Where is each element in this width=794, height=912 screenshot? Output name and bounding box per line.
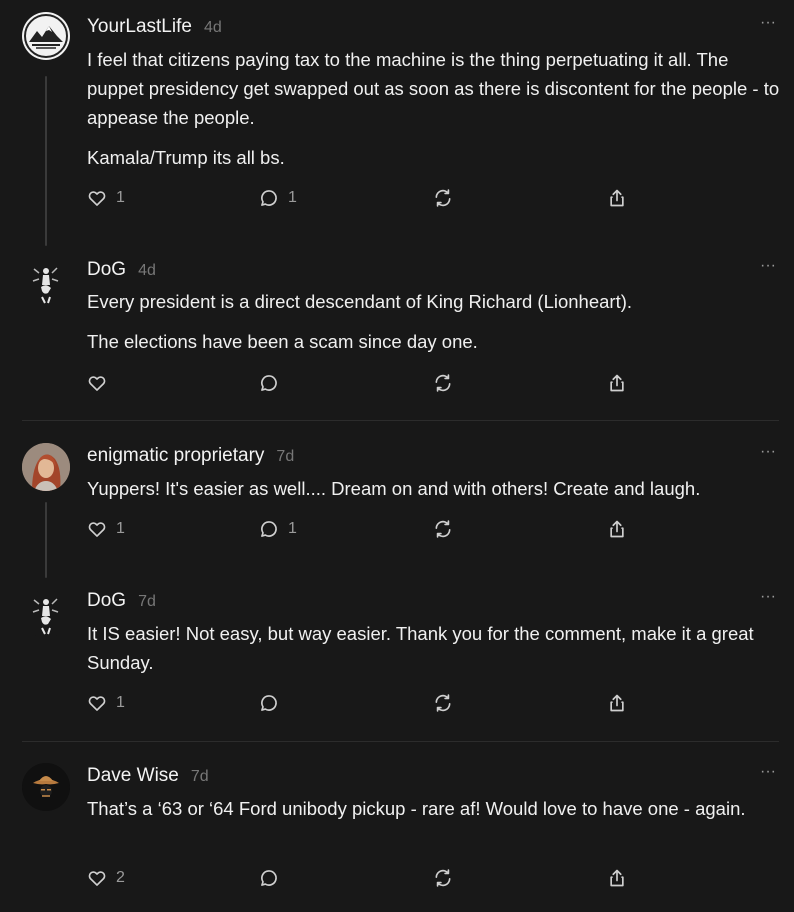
avatar[interactable] (22, 12, 70, 60)
timestamp[interactable]: 4d (204, 19, 222, 37)
comment-header: Dave Wise 7d (87, 765, 209, 791)
reply-button[interactable] (259, 866, 288, 890)
share-icon (610, 189, 624, 207)
reply-button[interactable]: 1 (259, 186, 297, 210)
action-bar: 2 (87, 866, 647, 890)
restack-button[interactable] (433, 186, 453, 210)
reply-button[interactable] (259, 371, 288, 395)
avatar[interactable] (22, 259, 70, 307)
share-icon (610, 374, 624, 392)
comment-body: I feel that citizens paying tax to the m… (87, 45, 787, 183)
comment-body: That’s a ‘63 or ‘64 Ford unibody pickup … (87, 794, 787, 834)
share-button[interactable] (607, 517, 627, 541)
restack-icon (435, 374, 451, 392)
comment-bubble-icon (261, 375, 277, 391)
author-name[interactable]: enigmatic proprietary (87, 445, 264, 467)
comment-body: It IS easier! Not easy, but way easier. … (87, 619, 787, 688)
like-button[interactable]: 1 (87, 186, 125, 210)
share-icon (610, 694, 624, 712)
heart-icon (88, 871, 106, 886)
comment-text: Every president is a direct descendant o… (87, 291, 633, 312)
mountain-logo-icon (24, 14, 68, 58)
more-options-icon[interactable]: ··· (760, 764, 776, 780)
timestamp[interactable]: 7d (191, 768, 209, 786)
author-name[interactable]: DoG (87, 590, 126, 612)
action-bar: 1 1 (87, 517, 647, 541)
comment-bubble-icon (261, 695, 277, 711)
timestamp[interactable]: 4d (138, 262, 156, 280)
comment-bubble-icon (261, 521, 277, 537)
restack-button[interactable] (433, 691, 453, 715)
like-button[interactable]: 1 (87, 691, 125, 715)
restack-button[interactable] (433, 517, 453, 541)
more-options-icon[interactable]: ··· (760, 589, 776, 605)
figure-sketch-icon (32, 598, 59, 635)
like-count: 1 (116, 189, 125, 206)
comment-header: enigmatic proprietary 7d (87, 445, 294, 471)
restack-icon (435, 869, 451, 887)
more-options-icon[interactable]: ··· (760, 258, 776, 274)
reply-button[interactable] (259, 691, 288, 715)
author-name[interactable]: Dave Wise (87, 765, 179, 787)
divider (22, 741, 779, 742)
author-name[interactable]: YourLastLife (87, 16, 192, 38)
share-icon (610, 869, 624, 887)
action-bar: 1 (87, 691, 647, 715)
avatar[interactable] (22, 443, 70, 491)
heart-icon (88, 696, 106, 711)
like-button[interactable]: 1 (87, 517, 125, 541)
comment-body: Yuppers! It's easier as well.... Dream o… (87, 474, 787, 514)
comment-text: Yuppers! It's easier as well.... Dream o… (87, 478, 701, 499)
comment-bubble-icon (261, 190, 277, 206)
action-bar: 1 1 (87, 186, 647, 210)
more-options-icon[interactable]: ··· (760, 444, 776, 460)
reply-count: 1 (288, 189, 297, 206)
share-button[interactable] (607, 186, 627, 210)
share-button[interactable] (607, 866, 627, 890)
restack-button[interactable] (433, 371, 453, 395)
comment-text: It IS easier! Not easy, but way easier. … (87, 623, 754, 673)
comment-text: I feel that citizens paying tax to the m… (87, 49, 780, 128)
like-count: 1 (116, 520, 125, 537)
comment-text: Kamala/Trump its all bs. (87, 147, 285, 168)
hat-figure-icon (22, 763, 70, 811)
more-options-icon[interactable]: ··· (760, 15, 776, 31)
restack-icon (435, 520, 451, 538)
avatar[interactable] (22, 763, 70, 811)
comment-header: DoG 7d (87, 590, 156, 616)
comment-header: YourLastLife 4d (87, 16, 222, 42)
avatar[interactable] (22, 590, 70, 638)
profile-photo-icon (22, 443, 70, 491)
like-count: 2 (116, 869, 125, 886)
like-button[interactable] (87, 371, 116, 395)
figure-sketch-icon (32, 267, 59, 304)
thread-line (45, 76, 47, 246)
comment-bubble-icon (261, 870, 277, 886)
reply-count: 1 (288, 520, 297, 537)
thread-line (45, 502, 47, 578)
comment-text: That’s a ‘63 or ‘64 Ford unibody pickup … (87, 798, 746, 819)
reply-button[interactable]: 1 (259, 517, 297, 541)
heart-icon (88, 191, 106, 206)
divider (22, 420, 779, 421)
comment-body: Every president is a direct descendant o… (87, 287, 787, 367)
timestamp[interactable]: 7d (138, 593, 156, 611)
share-button[interactable] (607, 371, 627, 395)
like-count: 1 (116, 694, 125, 711)
comment-header: DoG 4d (87, 259, 156, 285)
heart-icon (88, 522, 106, 537)
share-button[interactable] (607, 691, 627, 715)
restack-button[interactable] (433, 866, 453, 890)
comment-text: The elections have been a scam since day… (87, 331, 478, 352)
author-name[interactable]: DoG (87, 259, 126, 281)
restack-icon (435, 189, 451, 207)
heart-icon (88, 376, 106, 391)
action-bar (87, 371, 647, 395)
restack-icon (435, 694, 451, 712)
share-icon (610, 520, 624, 538)
like-button[interactable]: 2 (87, 866, 125, 890)
timestamp[interactable]: 7d (276, 448, 294, 466)
